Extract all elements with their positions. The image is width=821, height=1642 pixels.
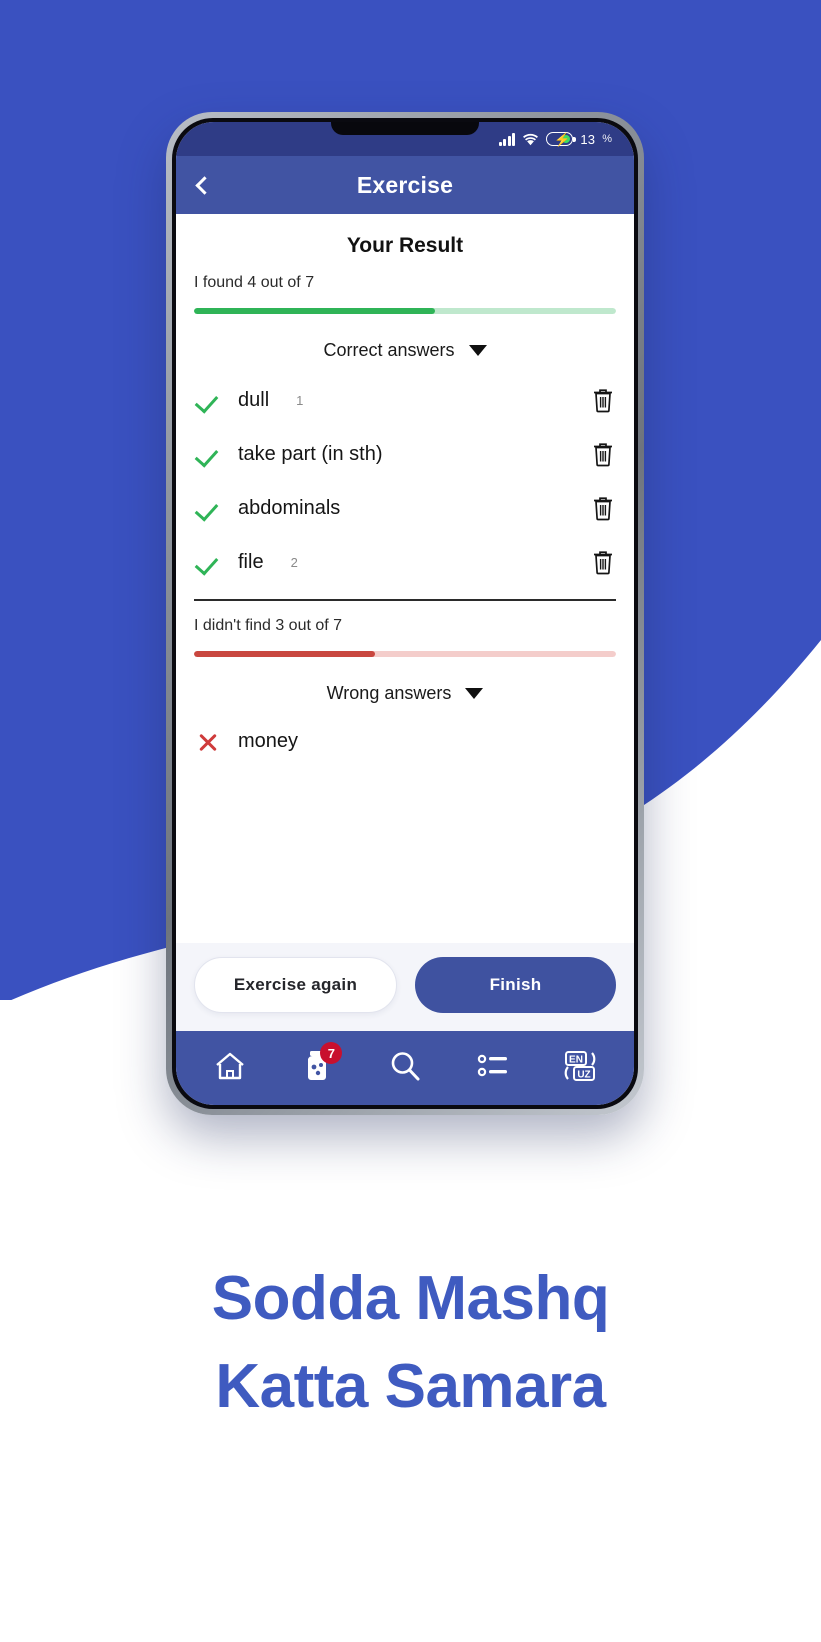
wrong-answers-list: money	[176, 712, 634, 768]
wrong-summary: I didn't find 3 out of 7	[194, 616, 343, 634]
wrong-progress-fill	[194, 650, 376, 657]
nav-item-language[interactable]: EN UZ	[551, 1042, 609, 1094]
bottom-navigation: 7 EN UZ	[176, 1031, 634, 1105]
back-chevron-icon	[194, 175, 214, 195]
promo-line-2: Katta Samara	[215, 1352, 606, 1422]
nav-item-search[interactable]	[376, 1042, 434, 1094]
battery-level: 13	[580, 131, 596, 147]
nav-badge-count: 7	[320, 1042, 343, 1064]
search-icon	[388, 1049, 422, 1088]
battery-charging-icon: ⚡	[546, 132, 576, 147]
result-card: Your Result I found 4 out of 7 Correct a…	[176, 214, 634, 943]
exercise-again-button[interactable]: Exercise again	[194, 957, 397, 1013]
nav-item-jar[interactable]: 7	[288, 1042, 346, 1094]
list-item[interactable]: take part (in sth)	[176, 427, 634, 481]
trash-icon[interactable]	[592, 441, 614, 467]
correct-progress-fill	[194, 308, 435, 314]
list-item[interactable]: file 2	[176, 535, 634, 589]
battery-unit: %	[602, 133, 612, 145]
trash-icon[interactable]	[592, 387, 614, 413]
check-icon	[196, 388, 220, 412]
chevron-down-icon	[468, 345, 487, 356]
list-item[interactable]: abdominals	[176, 481, 634, 535]
phone-bezel: ⚡ 13 % Exercise Your Result I found 4 ou…	[172, 118, 638, 1109]
list-item[interactable]: money	[176, 716, 634, 768]
wrong-answers-toggle[interactable]: Wrong answers	[176, 657, 634, 712]
correct-answers-toggle[interactable]: Correct answers	[176, 314, 634, 369]
phone-screen: ⚡ 13 % Exercise Your Result I found 4 ou…	[176, 122, 634, 1105]
back-button[interactable]	[176, 157, 232, 213]
list-icon	[476, 1051, 510, 1086]
correct-progress-bar	[194, 308, 616, 314]
signal-bars-icon	[498, 132, 516, 146]
trash-icon[interactable]	[592, 549, 614, 575]
list-item[interactable]: dull 1	[176, 373, 634, 427]
nav-item-home[interactable]	[201, 1042, 259, 1094]
action-footer: Exercise again Finish	[176, 943, 634, 1031]
result-content[interactable]: Your Result I found 4 out of 7 Correct a…	[176, 214, 634, 1031]
svg-text:EN: EN	[569, 1054, 583, 1065]
result-heading: Your Result	[346, 234, 464, 257]
correct-answers-label: Correct answers	[323, 340, 455, 360]
answer-word: take part (in sth)	[238, 442, 383, 465]
correct-answers-list: dull 1 take part (in sth) abdominals fil…	[176, 369, 634, 589]
check-icon	[196, 550, 220, 574]
answer-word: dull	[238, 388, 270, 411]
promo-headline: Sodda Mashq Katta Samara	[0, 1255, 821, 1431]
home-icon	[213, 1050, 247, 1087]
answer-word: file	[238, 550, 264, 573]
answer-word: money	[238, 730, 299, 752]
finish-button[interactable]: Finish	[415, 957, 616, 1013]
trash-icon[interactable]	[592, 495, 614, 521]
chevron-down-icon	[465, 687, 484, 699]
correct-summary: I found 4 out of 7	[194, 274, 315, 291]
wrong-progress-bar	[194, 650, 616, 657]
status-bar: ⚡ 13 %	[176, 122, 634, 156]
promo-line-1: Sodda Mashq	[211, 1264, 610, 1333]
nav-item-list[interactable]	[464, 1042, 522, 1094]
check-icon	[196, 496, 220, 520]
app-bar: Exercise	[176, 156, 634, 214]
language-en-uz-icon: EN UZ	[560, 1049, 600, 1088]
page-title: Exercise	[356, 171, 454, 198]
x-icon	[196, 730, 220, 754]
answer-word: abdominals	[238, 496, 341, 519]
check-icon	[196, 442, 220, 466]
phone-device-frame: ⚡ 13 % Exercise Your Result I found 4 ou…	[166, 112, 644, 1115]
answer-count: 1	[296, 392, 304, 408]
camera-notch	[331, 122, 479, 135]
wifi-icon	[522, 133, 539, 146]
page-root: ⚡ 13 % Exercise Your Result I found 4 ou…	[0, 0, 821, 1642]
wrong-answers-label: Wrong answers	[326, 682, 452, 703]
svg-text:UZ: UZ	[578, 1069, 591, 1080]
answer-count: 2	[290, 554, 298, 570]
